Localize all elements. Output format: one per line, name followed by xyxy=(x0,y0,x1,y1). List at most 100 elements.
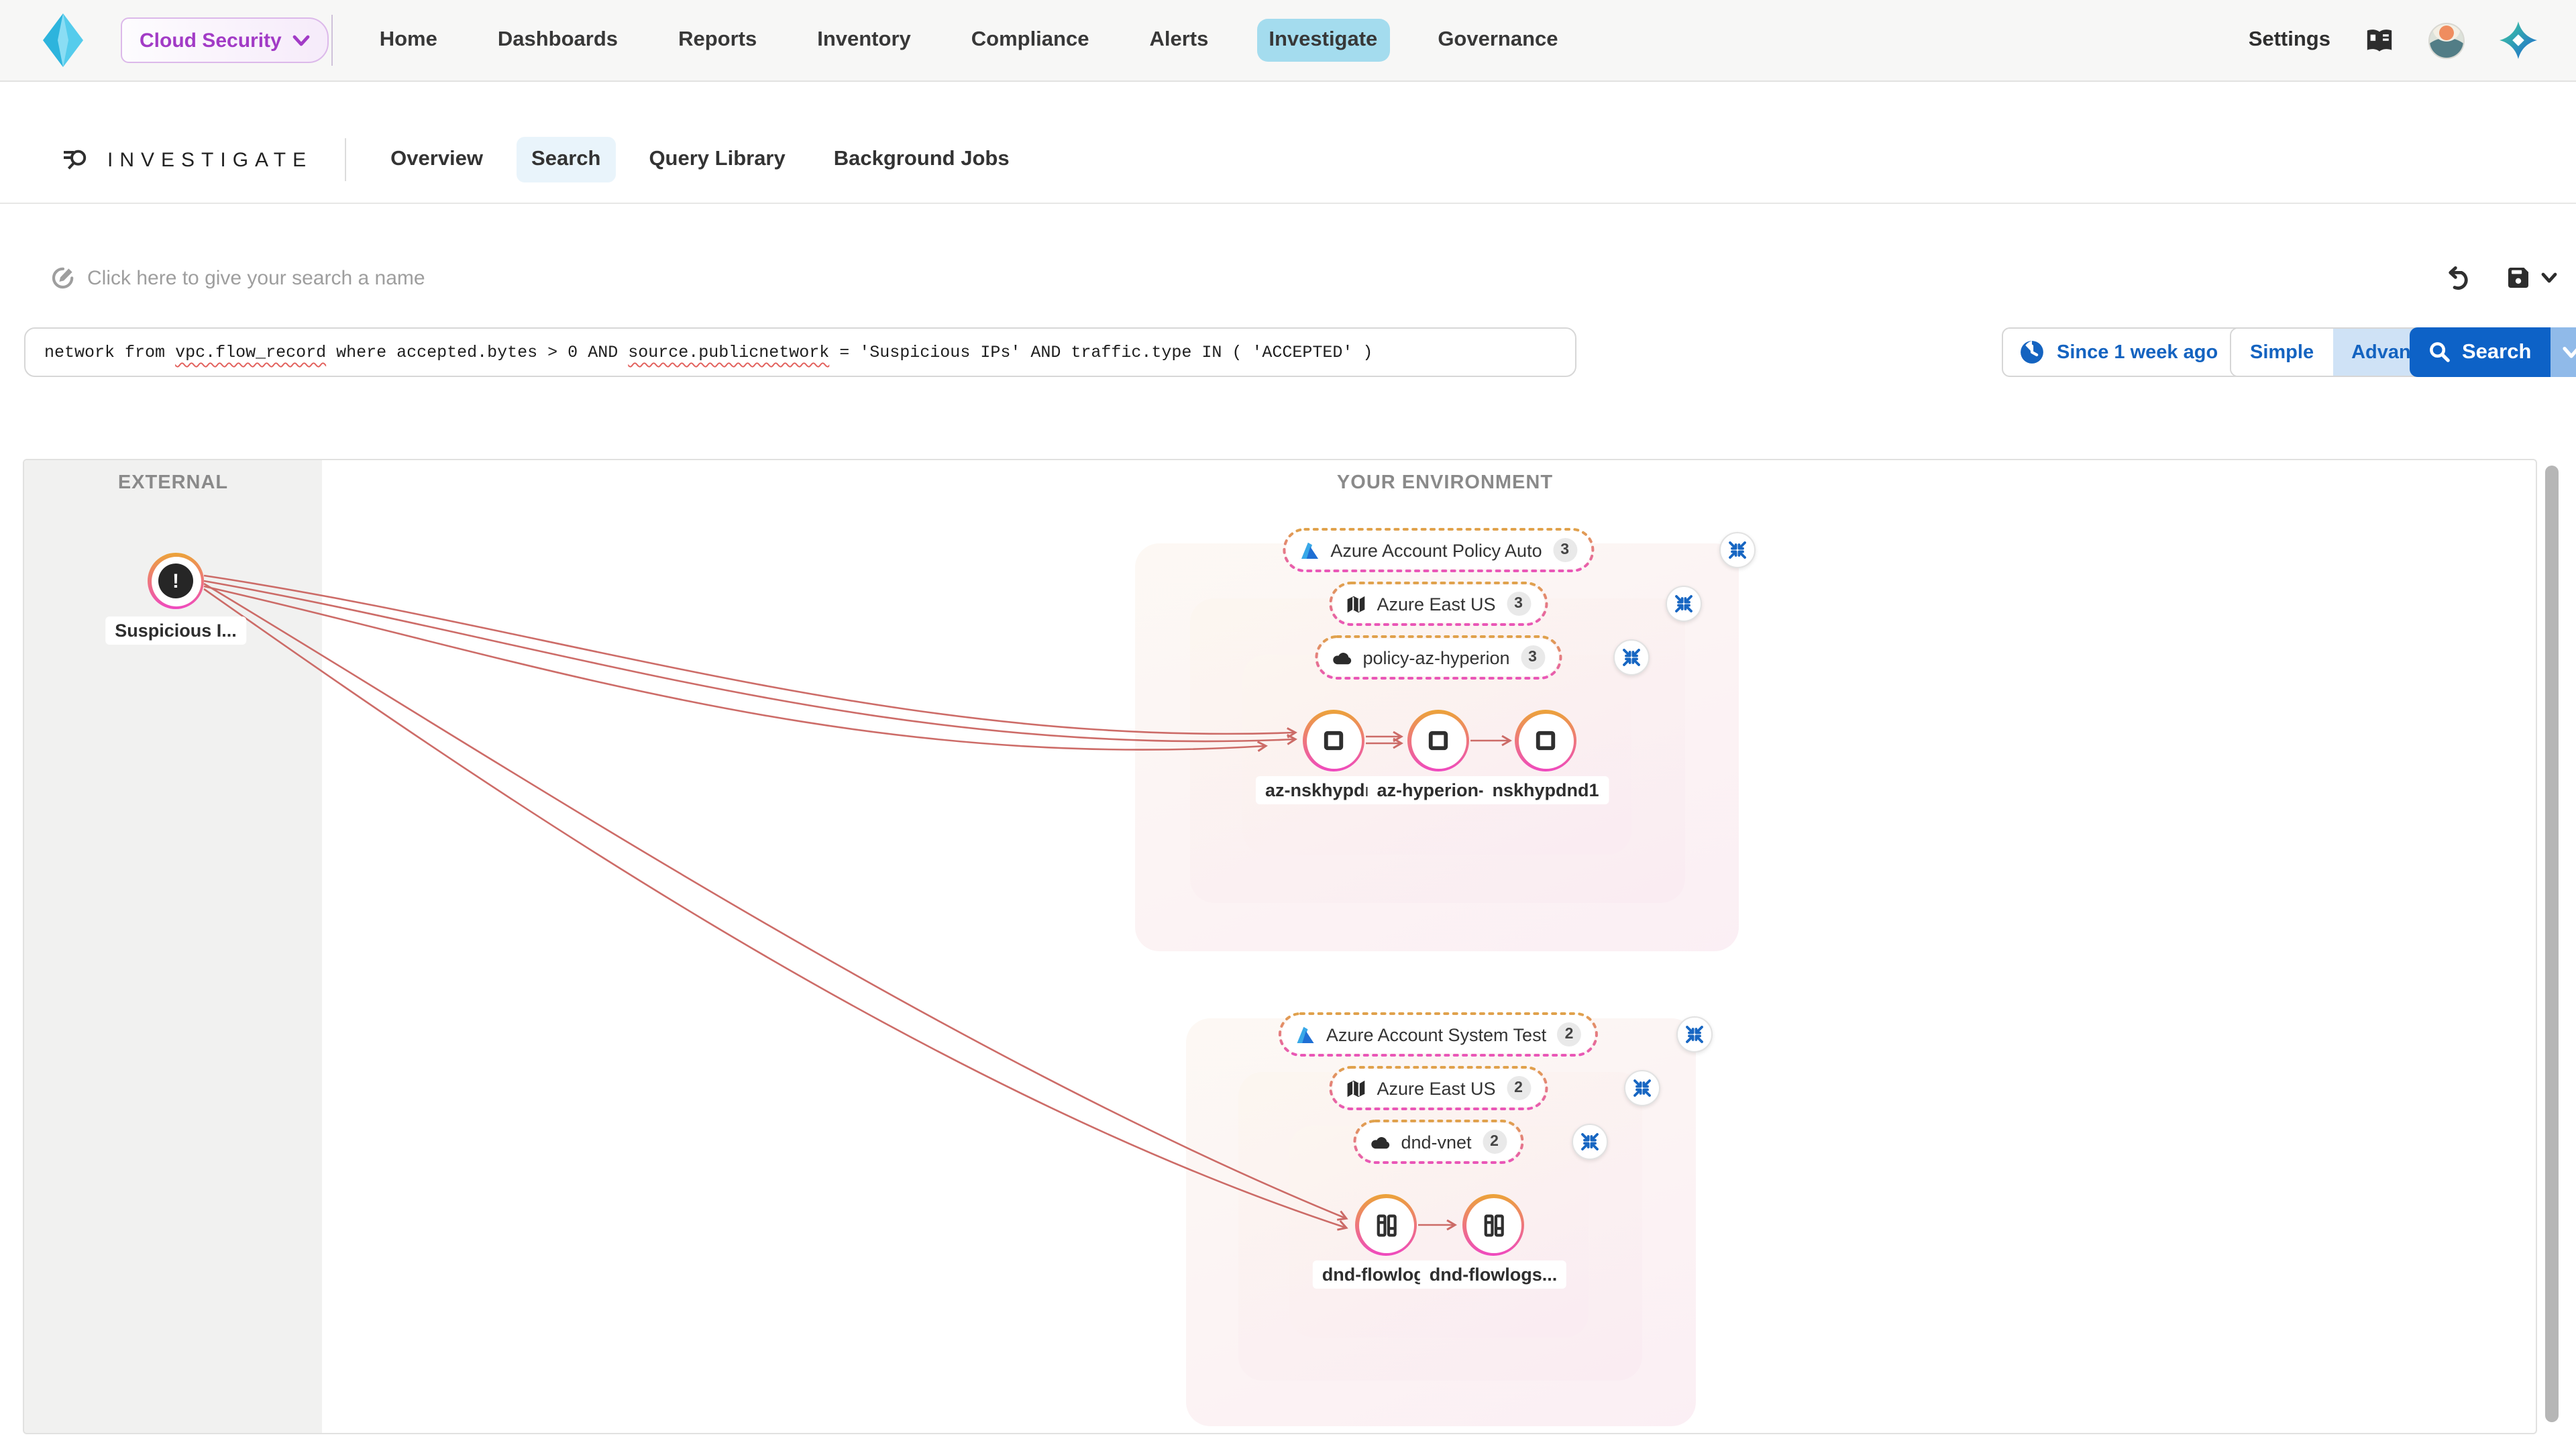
group-pill-label: dnd-vnet xyxy=(1401,1132,1471,1152)
count-badge: 2 xyxy=(1507,1076,1531,1100)
top-nav: Cloud Security Home Dashboards Reports I… xyxy=(0,0,2576,82)
nav-item-compliance[interactable]: Compliance xyxy=(959,19,1102,62)
collapse-group-button[interactable] xyxy=(1666,586,1702,622)
node-label: Suspicious I... xyxy=(105,616,246,645)
collapse-arrows-icon xyxy=(1632,1078,1652,1098)
group-pill-region[interactable]: Azure East US 3 xyxy=(1332,585,1544,623)
collapse-group-button[interactable] xyxy=(1613,639,1650,676)
graph-node-flowlogs[interactable] xyxy=(1462,1194,1524,1256)
node-label: nskhypdnd1 xyxy=(1483,776,1608,804)
chevron-down-icon xyxy=(2562,345,2576,359)
investigate-tabs: Overview Search Query Library Background… xyxy=(376,137,1024,182)
chevron-down-icon xyxy=(2541,272,2557,284)
search-split-button: Search xyxy=(2410,327,2576,377)
nav-item-governance[interactable]: Governance xyxy=(1426,19,1570,62)
cloud-icon xyxy=(1370,1132,1390,1152)
count-badge: 3 xyxy=(1507,592,1531,616)
search-icon xyxy=(2428,341,2451,364)
product-switcher-label: Cloud Security xyxy=(140,29,282,52)
collapse-arrows-icon xyxy=(1580,1132,1600,1152)
search-options-caret[interactable] xyxy=(2550,327,2576,377)
primary-nav: Home Dashboards Reports Inventory Compli… xyxy=(368,19,1570,62)
collapse-arrows-icon xyxy=(1674,594,1694,614)
tab-overview[interactable]: Overview xyxy=(376,137,498,182)
collapse-arrows-icon xyxy=(1727,540,1748,560)
query-token: where accepted.bytes > 0 AND xyxy=(326,343,628,362)
collapse-group-button[interactable] xyxy=(1624,1070,1660,1106)
azure-icon xyxy=(1299,540,1320,560)
group-pill-azure-account[interactable]: Azure Account Policy Auto 3 xyxy=(1286,531,1590,569)
investigate-subnav: INVESTIGATE Overview Search Query Librar… xyxy=(0,82,2576,204)
group-pill-vnet[interactable]: policy-az-hyperion 3 xyxy=(1318,639,1558,676)
nav-item-dashboards[interactable]: Dashboards xyxy=(486,19,630,62)
collapse-arrows-icon xyxy=(1684,1024,1705,1044)
vm-square-icon xyxy=(1534,729,1558,753)
nav-item-reports[interactable]: Reports xyxy=(666,19,769,62)
flow-logs-icon xyxy=(1373,1212,1399,1238)
app-window: Cloud Security Home Dashboards Reports I… xyxy=(0,0,2576,1449)
graph-node-vm[interactable] xyxy=(1407,710,1469,771)
group-pill-region[interactable]: Azure East US 2 xyxy=(1332,1069,1544,1107)
clock-icon xyxy=(2019,339,2045,365)
search-name-placeholder: Click here to give your search a name xyxy=(87,266,425,289)
azure-icon xyxy=(1295,1024,1316,1044)
region-map-icon xyxy=(1346,1078,1366,1098)
alert-exclamation-icon: ! xyxy=(158,564,193,598)
top-nav-right: Settings xyxy=(2249,20,2538,60)
save-search-button[interactable] xyxy=(2505,264,2557,291)
graph-node-vm[interactable] xyxy=(1303,710,1364,771)
search-button-label: Search xyxy=(2462,340,2531,364)
search-actions xyxy=(2446,264,2557,291)
nav-item-inventory[interactable]: Inventory xyxy=(805,19,923,62)
vm-square-icon xyxy=(1426,729,1450,753)
cloud-icon xyxy=(1332,647,1352,667)
group-pill-label: Azure Account Policy Auto xyxy=(1330,540,1542,560)
chevron-down-icon xyxy=(292,34,310,46)
group-pill-label: Azure Account System Test xyxy=(1326,1024,1546,1044)
collapse-group-button[interactable] xyxy=(1572,1124,1608,1160)
environment-title: YOUR ENVIRONMENT xyxy=(1337,472,1553,494)
mode-simple-button[interactable]: Simple xyxy=(2231,329,2332,376)
external-suspicious-ips-node[interactable]: ! xyxy=(148,553,204,609)
time-range-selector[interactable]: Since 1 week ago xyxy=(2002,327,2263,377)
query-input[interactable]: network from vpc.flow_record where accep… xyxy=(24,327,1576,377)
undo-icon[interactable] xyxy=(2446,265,2473,290)
section-title: INVESTIGATE xyxy=(107,148,313,171)
collapse-arrows-icon xyxy=(1621,647,1642,667)
group-pill-azure-account[interactable]: Azure Account System Test 2 xyxy=(1282,1016,1595,1053)
query-token: network from xyxy=(44,343,175,362)
tab-search[interactable]: Search xyxy=(517,137,615,182)
collapse-group-button[interactable] xyxy=(1719,532,1756,568)
query-token-unknown-field: vpc.flow_record xyxy=(175,343,326,362)
lacework-logo-icon xyxy=(40,12,86,68)
nav-item-home[interactable]: Home xyxy=(368,19,449,62)
edit-pencil-icon xyxy=(51,266,75,290)
save-floppy-icon xyxy=(2505,264,2532,291)
count-badge: 2 xyxy=(1483,1130,1507,1154)
nav-item-alerts[interactable]: Alerts xyxy=(1137,19,1220,62)
graph-canvas[interactable]: EXTERNAL YOUR ENVIRONMENT xyxy=(23,459,2537,1434)
group-pill-vnet[interactable]: dnd-vnet 2 xyxy=(1356,1123,1519,1161)
group-pill-label: policy-az-hyperion xyxy=(1362,647,1509,667)
graph-node-vm[interactable] xyxy=(1515,710,1576,771)
region-map-icon xyxy=(1346,594,1366,614)
org-star-logo-icon[interactable] xyxy=(2498,20,2538,60)
search-button[interactable]: Search xyxy=(2410,327,2550,377)
settings-link[interactable]: Settings xyxy=(2249,28,2330,52)
search-name-field[interactable]: Click here to give your search a name xyxy=(51,266,425,290)
graph-node-flowlogs[interactable] xyxy=(1355,1194,1417,1256)
count-badge: 3 xyxy=(1521,645,1545,669)
group-pill-label: Azure East US xyxy=(1377,1078,1495,1098)
group-pill-label: Azure East US xyxy=(1377,594,1495,614)
docs-book-icon[interactable] xyxy=(2364,26,2395,54)
count-badge: 3 xyxy=(1553,538,1577,562)
divider xyxy=(331,15,333,66)
collapse-group-button[interactable] xyxy=(1676,1016,1713,1053)
nav-item-investigate[interactable]: Investigate xyxy=(1256,19,1389,62)
tab-query-library[interactable]: Query Library xyxy=(634,137,800,182)
product-switcher[interactable]: Cloud Security xyxy=(121,17,329,63)
user-avatar[interactable] xyxy=(2428,22,2465,58)
vm-square-icon xyxy=(1322,729,1346,753)
vertical-scrollbar[interactable] xyxy=(2545,466,2559,1422)
tab-background-jobs[interactable]: Background Jobs xyxy=(819,137,1024,182)
